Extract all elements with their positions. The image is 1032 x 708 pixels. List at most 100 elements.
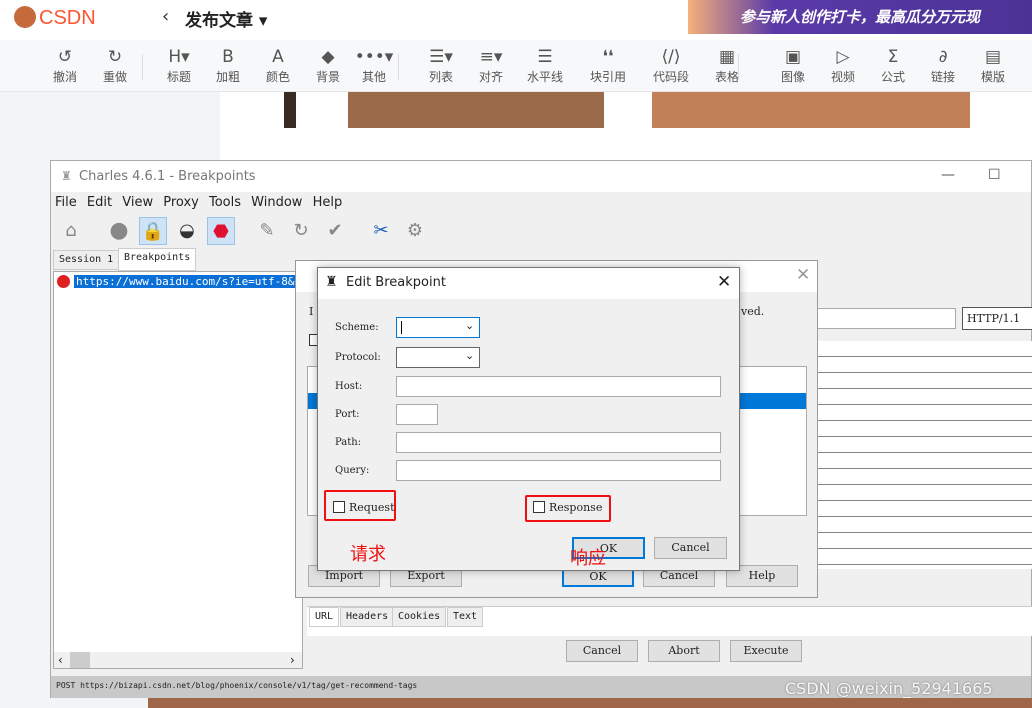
toolbar-icon: ∂ [938, 47, 948, 67]
menu-window[interactable]: Window [251, 195, 302, 210]
window-title: Charles 4.6.1 - Breakpoints [51, 161, 1031, 192]
scroll-right-icon[interactable]: › [290, 653, 295, 667]
toolbar-icon: ◆ [321, 47, 335, 67]
toolbar-label: 颜色 [265, 70, 290, 84]
toolbar-label: 背景 [315, 70, 340, 84]
horizontal-scrollbar[interactable]: ‹ › [54, 652, 302, 668]
toolbar-divider [398, 54, 399, 80]
execute-button[interactable]: Execute [730, 640, 802, 662]
toolbar-code-button[interactable]: ⟨/⟩ 代码段 [646, 46, 696, 85]
pen-icon[interactable]: ✎ [253, 217, 281, 245]
http-version-field[interactable]: HTTP/1.1 [962, 307, 1032, 330]
close-icon[interactable]: ✕ [796, 265, 810, 285]
toolbar-icon: ▷ [836, 47, 850, 67]
headers-table[interactable] [817, 341, 1032, 569]
toolbar-label: 列表 [428, 70, 453, 84]
toolbar-label: 图像 [780, 70, 805, 84]
dialog-title: Edit Breakpoint [318, 268, 739, 299]
menu-proxy[interactable]: Proxy [163, 195, 199, 210]
toolbar-icon: ▦ [718, 47, 736, 67]
path-input[interactable] [396, 432, 721, 453]
throttle-turtle-icon[interactable]: ◒ [173, 217, 201, 245]
toolbar-divider [738, 54, 739, 80]
request-highlight [324, 490, 396, 521]
tab-url[interactable]: URL [309, 607, 340, 627]
toolbar-icon: ≡▾ [479, 47, 503, 67]
tools-icon[interactable]: ✂ [367, 217, 395, 245]
toolbar-blockquote-button[interactable]: ❛❛ 块引用 [583, 46, 633, 85]
request-annotation: 请求 [350, 544, 386, 565]
toolbar-hr-button[interactable]: ☰ 水平线 [520, 46, 570, 85]
breakpoint-up-icon [57, 275, 70, 288]
toolbar-formula-button[interactable]: Σ 公式 [868, 46, 918, 85]
menu-help[interactable]: Help [313, 195, 343, 210]
close-icon[interactable]: ✕ [717, 272, 731, 292]
toolbar-icon: ↺ [57, 47, 73, 67]
toolbar-video-button[interactable]: ▷ 视频 [818, 46, 868, 85]
toolbar-divider [142, 54, 143, 80]
csdn-header: CSDN ‹ 发布文章 ▾ 参与新人创作打卡，最高瓜分万元现 [0, 0, 1032, 40]
ssl-lock-icon[interactable]: 🔒 [139, 217, 167, 245]
host-label: Host: [335, 381, 363, 392]
chevron-left-icon[interactable]: ‹ [162, 6, 169, 27]
menu-file[interactable]: File [55, 195, 77, 210]
toolbar-redo-button[interactable]: ↻ 重做 [90, 46, 140, 85]
refresh-icon[interactable]: ↻ [287, 217, 315, 245]
cancel-button[interactable]: Cancel [566, 640, 638, 662]
broom-icon[interactable]: ⌂ [57, 217, 85, 245]
menu-tools[interactable]: Tools [209, 195, 241, 210]
list-item[interactable]: https://www.baidu.com/s?ie=utf-8&csq= [74, 275, 304, 288]
port-input[interactable] [396, 404, 438, 425]
tab-headers[interactable]: Headers [340, 607, 395, 627]
toolbar-image-button[interactable]: ▣ 图像 [768, 46, 818, 85]
toolbar-template-button[interactable]: ▤ 模版 [968, 46, 1018, 85]
toolbar-table-button[interactable]: ▦ 表格 [702, 46, 752, 85]
toolbar-align-button[interactable]: ≡▾ 对齐 [466, 46, 516, 85]
toolbar-label: 公式 [880, 70, 905, 84]
toolbar-list-button[interactable]: ☰▾ 列表 [416, 46, 466, 85]
scheme-select[interactable]: ⌄ [396, 317, 480, 338]
breakpoint-icon[interactable]: ⬣ [207, 217, 235, 245]
toolbar-label: 链接 [930, 70, 955, 84]
promo-banner[interactable]: 参与新人创作打卡，最高瓜分万元现 [688, 0, 1032, 34]
host-input[interactable] [396, 376, 721, 397]
abort-button[interactable]: Abort [648, 640, 720, 662]
toolbar-label: 块引用 [589, 70, 626, 84]
record-icon[interactable]: ● [105, 217, 133, 245]
toolbar-label: 视频 [830, 70, 855, 84]
toolbar-background-button[interactable]: ◆ 背景 [303, 46, 353, 85]
toolbar-icon: Σ [887, 47, 899, 67]
response-annotation: 响应 [570, 548, 606, 569]
maximize-button[interactable]: ☐ [988, 167, 1001, 183]
tab-text[interactable]: Text [447, 607, 484, 627]
menu-edit[interactable]: Edit [87, 195, 112, 210]
settings-text: ved. [741, 305, 765, 318]
breakpoint-list[interactable]: https://www.baidu.com/s?ie=utf-8&csq= ‹ … [53, 271, 304, 669]
scroll-thumb[interactable] [70, 652, 90, 668]
scroll-left-icon[interactable]: ‹ [58, 653, 63, 667]
check-icon[interactable]: ✔ [321, 217, 349, 245]
cancel-button[interactable]: Cancel [654, 537, 727, 559]
toolbar-more-button[interactable]: •••▾ 其他 [349, 46, 399, 85]
minimize-button[interactable]: — [941, 167, 955, 183]
page-title[interactable]: 发布文章 ▾ [185, 6, 267, 31]
csdn-logo[interactable]: CSDN [14, 6, 96, 30]
settings-gear-icon[interactable]: ⚙ [401, 217, 429, 245]
toolbar-label: 表格 [714, 70, 739, 84]
toolbar-heading-button[interactable]: H▾ 标题 [154, 46, 204, 85]
tab-cookies[interactable]: Cookies [392, 607, 447, 627]
toolbar-icon: ☰▾ [429, 47, 453, 67]
toolbar-color-button[interactable]: A 颜色 [253, 46, 303, 85]
toolbar-label: 对齐 [478, 70, 503, 84]
tab-breakpoints[interactable]: Breakpoints [118, 248, 197, 271]
toolbar-link-button[interactable]: ∂ 链接 [918, 46, 968, 85]
query-input[interactable] [396, 460, 721, 481]
editor-toolbar: ↺ 撤消 ↻ 重做 H▾ 标题 B 加粗 A 颜色 ◆ 背景 •••▾ 其他 ☰▾ 列表 ≡▾ 对齐 ☰ 水平线 ❛❛ 块… [0, 40, 1032, 92]
toolbar-label: 水平线 [526, 70, 563, 84]
toolbar-icon: ❛❛ [602, 47, 614, 67]
menu-view[interactable]: View [122, 195, 153, 210]
toolbar-undo-button[interactable]: ↺ 撤消 [40, 46, 90, 85]
url-field[interactable] [817, 308, 956, 329]
toolbar-bold-button[interactable]: B 加粗 [203, 46, 253, 85]
protocol-select[interactable]: ⌄ [396, 347, 480, 368]
